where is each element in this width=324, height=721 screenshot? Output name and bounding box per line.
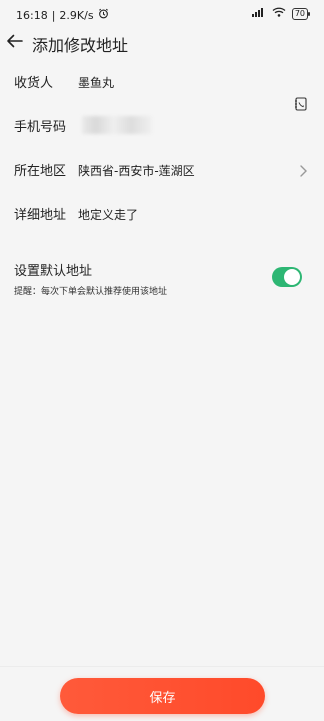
page-title: 添加修改地址 — [32, 36, 129, 55]
recipient-row[interactable]: 收货人 墨鱼丸 — [0, 60, 324, 104]
phone-input[interactable] — [82, 116, 152, 134]
phone-row[interactable]: 手机号码 — [0, 104, 324, 148]
recipient-input[interactable]: 墨鱼丸 — [78, 74, 114, 91]
detail-row[interactable]: 详细地址 地定义走了 — [0, 192, 324, 236]
status-time: 16:18 — [16, 8, 48, 22]
phone-label: 手机号码 — [14, 120, 67, 135]
default-address-toggle[interactable] — [272, 267, 302, 287]
region-row[interactable]: 所在地区 陕西省-西安市-莲湖区 — [0, 148, 324, 192]
status-separator: | — [51, 8, 56, 22]
chevron-right-icon[interactable] — [298, 163, 308, 177]
status-bar: 16:18 | 2.9K/s 70 — [0, 0, 324, 26]
region-value[interactable]: 陕西省-西安市-莲湖区 — [78, 162, 195, 179]
region-label: 所在地区 — [14, 164, 67, 179]
battery-icon: 70 — [291, 7, 311, 20]
status-speed: 2.9K/s — [59, 8, 94, 22]
wifi-icon — [272, 7, 286, 20]
detail-input[interactable]: 地定义走了 — [78, 206, 138, 223]
detail-label: 详细地址 — [14, 208, 67, 223]
save-button[interactable]: 保存 — [60, 678, 265, 714]
status-right: 70 — [251, 7, 311, 20]
toggle-knob — [284, 269, 300, 285]
recipient-label: 收货人 — [14, 76, 54, 91]
back-arrow-icon[interactable] — [6, 32, 24, 50]
status-left: 16:18 | 2.9K/s — [16, 8, 109, 22]
top-bar: 添加修改地址 — [0, 28, 324, 58]
signal-icon — [251, 7, 266, 20]
default-address-label: 设置默认地址 — [14, 264, 93, 279]
default-address-hint: 提醒：每次下单会默认推荐使用该地址 — [14, 287, 168, 297]
alarm-icon — [98, 8, 109, 22]
